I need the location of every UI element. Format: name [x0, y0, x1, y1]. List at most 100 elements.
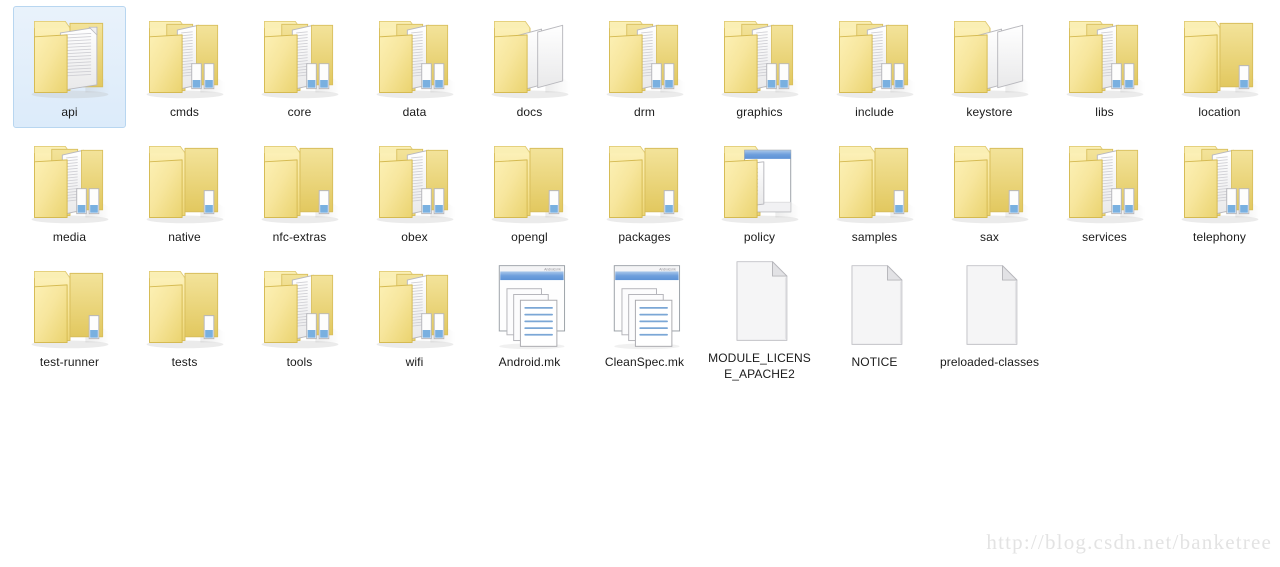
folder-item-keystore[interactable]: keystore: [932, 4, 1047, 129]
item-label: libs: [1095, 105, 1114, 119]
folder-item-policy[interactable]: policy: [702, 129, 817, 254]
item-label: services: [1082, 230, 1127, 244]
folder-open-with-subfolders-icon[interactable]: [22, 129, 118, 229]
item-label: keystore: [966, 105, 1013, 119]
folder-open-empty-icon[interactable]: [252, 129, 348, 229]
folder-item-packages[interactable]: packages: [587, 129, 702, 254]
svg-text:Android.mk: Android.mk: [544, 267, 561, 271]
item-label: nfc-extras: [272, 230, 327, 244]
folder-item-telephony[interactable]: telephony: [1162, 129, 1277, 254]
folder-item-drm[interactable]: drm: [587, 4, 702, 129]
folder-open-empty-icon[interactable]: [482, 129, 578, 229]
folder-item-cmds[interactable]: cmds: [127, 4, 242, 129]
item-label: sax: [980, 230, 999, 244]
item-label: preloaded-classes: [939, 355, 1040, 369]
folder-open-with-subfolders-icon[interactable]: [1057, 4, 1153, 104]
blank-document-icon[interactable]: [712, 254, 808, 350]
item-label: packages: [618, 230, 671, 244]
item-label: obex: [401, 230, 428, 244]
item-label: policy: [743, 230, 776, 244]
folder-item-test-runner[interactable]: test-runner: [12, 254, 127, 379]
folder-item-docs[interactable]: docs: [472, 4, 587, 129]
folder-open-with-subfolders-icon[interactable]: [367, 129, 463, 229]
item-label: include: [855, 105, 894, 119]
item-label: native: [168, 230, 201, 244]
folder-item-sax[interactable]: sax: [932, 129, 1047, 254]
file-item-notice[interactable]: NOTICE: [817, 254, 932, 379]
folder-item-api[interactable]: api: [12, 4, 127, 129]
icon-grid-row: api cmds core data docs drm graphics inc…: [12, 4, 1280, 129]
folder-open-with-subfolders-icon[interactable]: [712, 4, 808, 104]
item-label: test-runner: [39, 355, 100, 369]
explorer-icon-view[interactable]: api cmds core data docs drm graphics inc…: [0, 0, 1280, 567]
folder-open-with-window-doc-icon[interactable]: [712, 129, 808, 229]
folder-open-with-subfolders-icon[interactable]: [367, 4, 463, 104]
file-item-android-mk[interactable]: Android.mk Android.mk: [472, 254, 587, 379]
item-label: opengl: [511, 230, 548, 244]
folder-open-with-subfolders-icon[interactable]: [137, 4, 233, 104]
folder-item-samples[interactable]: samples: [817, 129, 932, 254]
makefile-window-stack-icon[interactable]: Android.mk: [597, 254, 693, 354]
folder-item-native[interactable]: native: [127, 129, 242, 254]
folder-open-with-subfolders-icon[interactable]: [597, 4, 693, 104]
item-label: graphics: [736, 105, 783, 119]
folder-item-graphics[interactable]: graphics: [702, 4, 817, 129]
item-label: api: [61, 105, 78, 119]
folder-open-empty-icon[interactable]: [137, 129, 233, 229]
folder-item-data[interactable]: data: [357, 4, 472, 129]
item-label: tools: [286, 355, 313, 369]
folder-open-empty-icon[interactable]: [597, 129, 693, 229]
folder-item-core[interactable]: core: [242, 4, 357, 129]
folder-open-with-pages-icon[interactable]: [482, 4, 578, 104]
item-label: docs: [516, 105, 543, 119]
file-item-module-license-apache2[interactable]: MODULE_LICENSE_APACHE2: [702, 254, 817, 381]
makefile-window-stack-icon[interactable]: Android.mk: [482, 254, 578, 354]
folder-item-include[interactable]: include: [817, 4, 932, 129]
folder-open-with-pages-icon[interactable]: [942, 4, 1038, 104]
folder-item-media[interactable]: media: [12, 129, 127, 254]
item-label: location: [1198, 105, 1241, 119]
svg-text:Android.mk: Android.mk: [659, 267, 676, 271]
blank-document-icon[interactable]: [827, 254, 923, 354]
icon-grid-row: media native nfc-extras obex opengl pack…: [12, 129, 1280, 254]
item-label: media: [52, 230, 87, 244]
folder-item-location[interactable]: location: [1162, 4, 1277, 129]
item-label: core: [287, 105, 312, 119]
folder-open-empty-icon[interactable]: [827, 129, 923, 229]
folder-item-nfc-extras[interactable]: nfc-extras: [242, 129, 357, 254]
folder-item-obex[interactable]: obex: [357, 129, 472, 254]
folder-open-with-subfolders-icon[interactable]: [252, 4, 348, 104]
item-label: wifi: [405, 355, 424, 369]
file-icon-grid: api cmds core data docs drm graphics inc…: [12, 4, 1280, 381]
folder-open-with-document-icon[interactable]: [22, 4, 118, 104]
item-label: CleanSpec.mk: [604, 355, 685, 369]
item-label: data: [402, 105, 427, 119]
folder-item-services[interactable]: services: [1047, 129, 1162, 254]
item-label: telephony: [1193, 230, 1246, 244]
item-label: MODULE_LICENSE_APACHE2: [708, 351, 811, 381]
folder-item-opengl[interactable]: opengl: [472, 129, 587, 254]
folder-open-empty-icon[interactable]: [137, 254, 233, 354]
folder-open-with-subfolders-icon[interactable]: [827, 4, 923, 104]
folder-open-with-subfolders-icon[interactable]: [1172, 129, 1268, 229]
folder-open-empty-icon[interactable]: [1172, 4, 1268, 104]
folder-item-tests[interactable]: tests: [127, 254, 242, 379]
folder-item-libs[interactable]: libs: [1047, 4, 1162, 129]
folder-item-tools[interactable]: tools: [242, 254, 357, 379]
folder-open-with-subfolders-icon[interactable]: [367, 254, 463, 354]
folder-open-with-subfolders-icon[interactable]: [1057, 129, 1153, 229]
folder-open-with-subfolders-icon[interactable]: [252, 254, 348, 354]
icon-grid-row: test-runner tests tools wifi Android.mk …: [12, 254, 1280, 381]
file-item-preloaded-classes[interactable]: preloaded-classes: [932, 254, 1047, 379]
item-label: drm: [634, 105, 655, 119]
item-label: Android.mk: [498, 355, 561, 369]
folder-item-wifi[interactable]: wifi: [357, 254, 472, 379]
item-label: tests: [171, 355, 198, 369]
file-item-cleanspec-mk[interactable]: Android.mk CleanSpec.mk: [587, 254, 702, 379]
item-label: cmds: [169, 105, 200, 119]
item-label: NOTICE: [851, 355, 898, 369]
blank-document-icon[interactable]: [942, 254, 1038, 354]
item-label: samples: [851, 230, 898, 244]
folder-open-empty-icon[interactable]: [22, 254, 118, 354]
folder-open-empty-icon[interactable]: [942, 129, 1038, 229]
